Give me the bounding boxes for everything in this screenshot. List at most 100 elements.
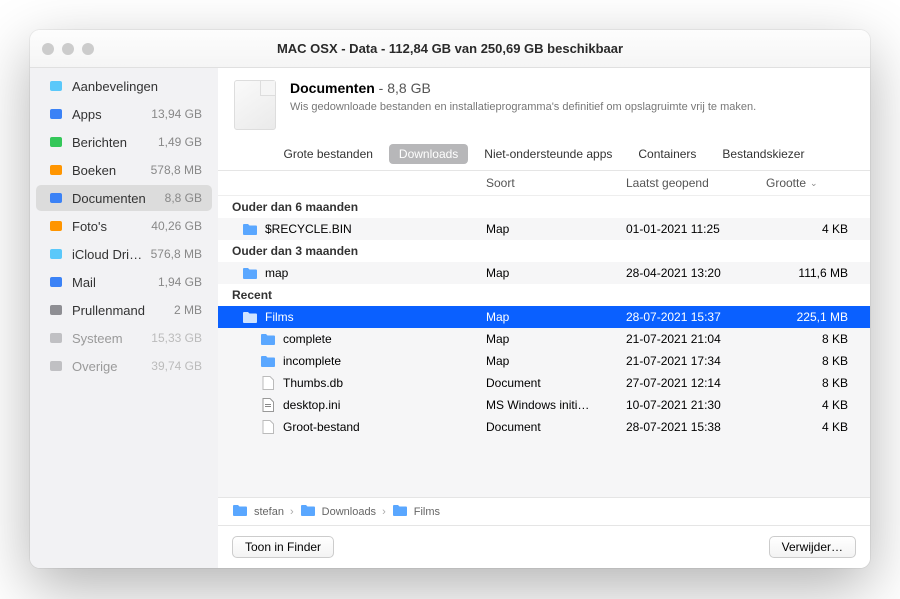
folder-icon: [232, 504, 248, 519]
empty-row: [218, 438, 870, 460]
sidebar-item-label: Documenten: [72, 191, 157, 206]
photo-icon: [48, 218, 64, 234]
sidebar-item-boeken[interactable]: Boeken 578,8 MB: [36, 157, 212, 183]
file-kind: Document: [486, 420, 626, 434]
table-row[interactable]: Groot-bestandDocument28-07-2021 15:384 K…: [218, 416, 870, 438]
sidebar-item-systeem[interactable]: Systeem 15,33 GB: [36, 325, 212, 351]
sidebar-item-aanbevelingen[interactable]: Aanbevelingen: [36, 73, 212, 99]
folder-icon: [260, 354, 276, 368]
group-header: Ouder dan 3 maanden: [218, 240, 870, 262]
breadcrumb-item[interactable]: Downloads: [322, 506, 376, 518]
table-row[interactable]: mapMap28-04-2021 13:20111,6 MB: [218, 262, 870, 284]
sidebar-item-label: Foto's: [72, 219, 143, 234]
sidebar-item-size: 8,8 GB: [165, 191, 202, 205]
sidebar-item-overige[interactable]: Overige39,74 GB: [36, 353, 212, 379]
category-title: Documenten: [290, 80, 375, 96]
sidebar: Aanbevelingen Apps 13,94 GB Berichten1,49 G…: [30, 68, 218, 568]
table-row[interactable]: Films Map28-07-2021 15:37225,1 MB: [218, 306, 870, 328]
sidebar-item-size: 2 MB: [174, 303, 202, 317]
file-name: complete: [283, 332, 332, 346]
table-row[interactable]: Thumbs.db Document27-07-2021 12:148 KB: [218, 372, 870, 394]
document-thumb-icon: [234, 80, 276, 130]
sidebar-item-mail[interactable]: Mail1,94 GB: [36, 269, 212, 295]
sidebar-item-size: 578,8 MB: [151, 163, 202, 177]
chevron-down-icon: ⌄: [810, 178, 818, 189]
sidebar-item-size: 1,94 GB: [158, 275, 202, 289]
breadcrumb-item[interactable]: stefan: [254, 506, 284, 518]
mail-icon: [48, 274, 64, 290]
sidebar-item-size: 39,74 GB: [151, 359, 202, 373]
doc-icon: [48, 190, 64, 206]
file-opened: 21-07-2021 21:04: [626, 332, 766, 346]
file-name: Thumbs.db: [283, 376, 343, 390]
titlebar: MAC OSX - Data - 112,84 GB van 250,69 GB…: [30, 30, 870, 68]
sidebar-item-size: 1,49 GB: [158, 135, 202, 149]
folder-icon: [242, 266, 258, 280]
bulb-icon: [48, 78, 64, 94]
sidebar-item-label: Systeem: [72, 331, 143, 346]
file-opened: 28-07-2021 15:38: [626, 420, 766, 434]
folder-icon: [260, 332, 276, 346]
table-row[interactable]: incompleteMap21-07-2021 17:348 KB: [218, 350, 870, 372]
sidebar-item-apps[interactable]: Apps 13,94 GB: [36, 101, 212, 127]
doc-icon: [260, 376, 276, 390]
sidebar-item-icloud-drive[interactable]: iCloud Drive 576,8 MB: [36, 241, 212, 267]
sidebar-item-berichten[interactable]: Berichten1,49 GB: [36, 129, 212, 155]
sidebar-item-size: 576,8 MB: [151, 247, 202, 261]
table-row[interactable]: $RECYCLE.BINMap01-01-2021 11:254 KB: [218, 218, 870, 240]
ini-icon: [260, 398, 276, 412]
cloud-icon: [48, 246, 64, 262]
file-opened: 21-07-2021 17:34: [626, 354, 766, 368]
file-opened: 01-01-2021 11:25: [626, 222, 766, 236]
col-size[interactable]: Grootte ⌄: [766, 176, 856, 190]
folder-icon: [242, 310, 258, 324]
file-name: Films: [265, 310, 294, 324]
file-size: 225,1 MB: [766, 310, 856, 324]
group-header: Ouder dan 6 maanden: [218, 196, 870, 218]
chevron-right-icon: ›: [290, 506, 294, 518]
file-size: 8 KB: [766, 332, 856, 346]
file-kind: Map: [486, 266, 626, 280]
tabs: Grote bestanden Downloads Niet-ondersteund…: [218, 140, 870, 171]
sidebar-item-label: iCloud Drive: [72, 247, 143, 262]
sidebar-item-label: Boeken: [72, 163, 143, 178]
folder-icon: [242, 222, 258, 236]
sidebar-item-size: 13,94 GB: [151, 107, 202, 121]
breadcrumb: stefan › Downloads › Films: [218, 497, 870, 525]
file-name: desktop.ini: [283, 398, 340, 412]
file-kind: Map: [486, 222, 626, 236]
table-row[interactable]: complete Map21-07-2021 21:048 KB: [218, 328, 870, 350]
col-kind[interactable]: Soort: [486, 176, 626, 190]
table-row[interactable]: desktop.iniMS Windows initi…10-07-2021 2…: [218, 394, 870, 416]
category-size: - 8,8 GB: [375, 80, 431, 96]
show-in-finder-button[interactable]: Toon in Finder: [232, 536, 334, 558]
file-size: 4 KB: [766, 420, 856, 434]
breadcrumb-item[interactable]: Films: [414, 506, 440, 518]
delete-button[interactable]: Verwijder…: [769, 536, 856, 558]
sidebar-item-label: Apps: [72, 107, 143, 122]
chat-icon: [48, 134, 64, 150]
sidebar-item-foto-s[interactable]: Foto's 40,26 GB: [36, 213, 212, 239]
sidebar-item-documenten[interactable]: Documenten 8,8 GB: [36, 185, 212, 211]
tab-grote-bestanden[interactable]: Grote bestanden: [274, 144, 383, 164]
file-kind: Map: [486, 332, 626, 346]
file-table[interactable]: Ouder dan 6 maanden$RECYCLE.BINMap01-01-…: [218, 196, 870, 497]
file-opened: 28-04-2021 13:20: [626, 266, 766, 280]
file-name: map: [265, 266, 288, 280]
tab-niet-ondersteunde-apps[interactable]: Niet-ondersteunde apps: [474, 144, 622, 164]
sidebar-item-size: 40,26 GB: [151, 219, 202, 233]
sidebar-item-size: 15,33 GB: [151, 331, 202, 345]
file-opened: 27-07-2021 12:14: [626, 376, 766, 390]
file-kind: Map: [486, 310, 626, 324]
file-opened: 10-07-2021 21:30: [626, 398, 766, 412]
file-size: 8 KB: [766, 354, 856, 368]
tab-bestandskiezer[interactable]: Bestandskiezer: [712, 144, 814, 164]
tab-containers[interactable]: Containers: [628, 144, 706, 164]
file-opened: 28-07-2021 15:37: [626, 310, 766, 324]
tab-downloads[interactable]: Downloads: [389, 144, 468, 164]
file-kind: Document: [486, 376, 626, 390]
file-name: $RECYCLE.BIN: [265, 222, 352, 236]
sidebar-item-prullenmand[interactable]: Prullenmand2 MB: [36, 297, 212, 323]
col-opened[interactable]: Laatst geopend: [626, 176, 766, 190]
file-size: 8 KB: [766, 376, 856, 390]
